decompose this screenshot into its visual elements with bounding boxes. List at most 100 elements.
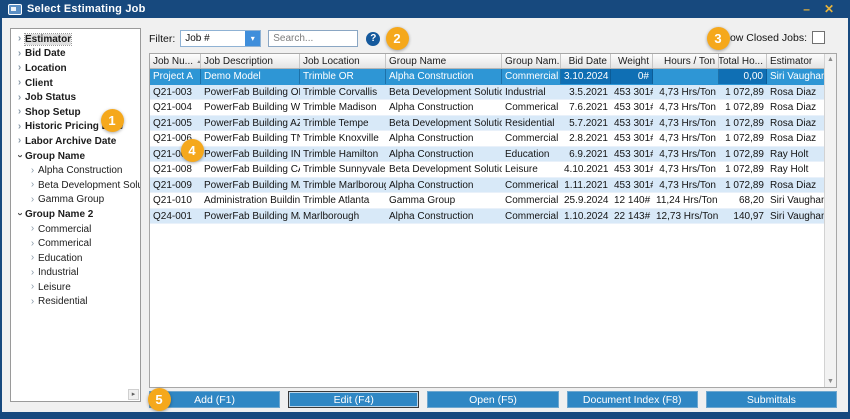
chevron-collapsed-icon[interactable]: › bbox=[27, 253, 38, 263]
table-cell: Siri Vaughan bbox=[767, 193, 826, 208]
chevron-collapsed-icon[interactable]: › bbox=[27, 297, 38, 307]
chevron-expanded-icon[interactable]: › bbox=[15, 209, 25, 220]
table-cell: Beta Development Solution bbox=[386, 85, 502, 100]
table-row[interactable]: Q21-003PowerFab Building ORTrimble Corva… bbox=[150, 85, 836, 101]
table-cell: 68,20 bbox=[719, 193, 767, 208]
table-cell: Q21-003 bbox=[150, 85, 201, 100]
table-row[interactable]: Q21-008PowerFab Building CATrimble Sunny… bbox=[150, 162, 836, 178]
open-f5--button[interactable]: Open (F5) bbox=[427, 391, 558, 408]
chevron-expanded-icon[interactable]: › bbox=[15, 151, 25, 162]
document-index-f8--button[interactable]: Document Index (F8) bbox=[567, 391, 698, 408]
table-row[interactable]: Q21-006PowerFab Building TNTrimble Knoxv… bbox=[150, 131, 836, 147]
tree-item-industrial[interactable]: ›Industrial bbox=[14, 266, 140, 281]
tree-scroll-right-arrow-icon[interactable]: ▸ bbox=[128, 389, 139, 400]
edit-f4--button[interactable]: Edit (F4) bbox=[288, 391, 419, 408]
chevron-collapsed-icon[interactable]: › bbox=[14, 136, 25, 146]
help-icon[interactable]: ? bbox=[366, 32, 380, 46]
tree-item-beta-development-solu[interactable]: ›Beta Development Solu bbox=[14, 178, 140, 193]
table-cell: 1 072,89 bbox=[719, 147, 767, 162]
table-cell: Industrial bbox=[502, 85, 561, 100]
column-header-weight[interactable]: Weight bbox=[611, 54, 653, 68]
tree-item-client[interactable]: ›Client bbox=[14, 76, 140, 91]
tree-item-job-status[interactable]: ›Job Status bbox=[14, 90, 140, 105]
annotation-badge-5: 5 bbox=[148, 388, 171, 411]
table-row[interactable]: Project ADemo ModelTrimble ORAlpha Const… bbox=[150, 69, 836, 85]
tree-item-group-name[interactable]: ›Group Name bbox=[14, 149, 140, 164]
chevron-collapsed-icon[interactable]: › bbox=[27, 195, 38, 205]
scroll-up-icon[interactable]: ▲ bbox=[825, 56, 836, 63]
tree-item-commerical[interactable]: ›Commerical bbox=[14, 236, 140, 251]
tree-item-label: Client bbox=[25, 78, 53, 89]
chevron-collapsed-icon[interactable]: › bbox=[14, 34, 25, 44]
tree-item-residential[interactable]: ›Residential bbox=[14, 295, 140, 310]
table-cell: Ray Holt bbox=[767, 162, 826, 177]
table-cell: 12 140# bbox=[611, 193, 653, 208]
column-header-estimator[interactable]: Estimator bbox=[767, 54, 826, 68]
column-header-total-ho-[interactable]: Total Ho... bbox=[719, 54, 767, 68]
table-row[interactable]: Q24-001PowerFab Building MAMarlboroughAl… bbox=[150, 209, 836, 225]
tree-item-label: Job Status bbox=[25, 92, 76, 103]
tree-item-label: Shop Setup bbox=[25, 107, 81, 118]
tree-item-label: Education bbox=[38, 253, 82, 264]
annotation-badge-3: 3 bbox=[707, 27, 730, 50]
minimize-button[interactable]: – bbox=[803, 0, 810, 18]
tree-item-commercial[interactable]: ›Commercial bbox=[14, 222, 140, 237]
column-header-group-name[interactable]: Group Name bbox=[386, 54, 502, 68]
annotation-badge-4: 4 bbox=[181, 139, 204, 162]
chevron-collapsed-icon[interactable]: › bbox=[14, 63, 25, 73]
tree-item-label: Group Name bbox=[25, 151, 85, 162]
tree-item-leisure[interactable]: ›Leisure bbox=[14, 280, 140, 295]
chevron-collapsed-icon[interactable]: › bbox=[27, 180, 38, 190]
column-header-job-description[interactable]: Job Description bbox=[201, 54, 300, 68]
filter-field-dropdown[interactable]: Job # ▾ bbox=[180, 30, 261, 47]
table-cell: 4,73 Hrs/Ton bbox=[653, 85, 719, 100]
chevron-collapsed-icon[interactable]: › bbox=[14, 49, 25, 59]
table-row[interactable]: Q21-004PowerFab Building WITrimble Madis… bbox=[150, 100, 836, 116]
chevron-collapsed-icon[interactable]: › bbox=[27, 166, 38, 176]
scroll-down-icon[interactable]: ▼ bbox=[825, 378, 836, 385]
chevron-collapsed-icon[interactable]: › bbox=[14, 93, 25, 103]
column-header-label: Job Location bbox=[303, 56, 360, 67]
table-row[interactable]: Q21-009PowerFab Building MATrimble Marlb… bbox=[150, 178, 836, 194]
chevron-collapsed-icon[interactable]: › bbox=[27, 282, 38, 292]
table-cell: Q21-009 bbox=[150, 178, 201, 193]
chevron-collapsed-icon[interactable]: › bbox=[27, 239, 38, 249]
tree-item-bid-date[interactable]: ›Bid Date bbox=[14, 47, 140, 62]
chevron-collapsed-icon[interactable]: › bbox=[14, 122, 25, 132]
chevron-collapsed-icon[interactable]: › bbox=[14, 107, 25, 117]
filter-field-value: Job # bbox=[181, 33, 245, 44]
tree-item-label: Commercial bbox=[38, 224, 91, 235]
tree-item-gamma-group[interactable]: ›Gamma Group bbox=[14, 193, 140, 208]
column-header-bid-date[interactable]: Bid Date bbox=[561, 54, 611, 68]
tree-item-labor-archive-date[interactable]: ›Labor Archive Date bbox=[14, 134, 140, 149]
table-cell: 453 301# bbox=[611, 85, 653, 100]
tree-item-group-name-2[interactable]: ›Group Name 2 bbox=[14, 207, 140, 222]
table-cell: 140,97 bbox=[719, 209, 767, 224]
chevron-collapsed-icon[interactable]: › bbox=[27, 224, 38, 234]
close-button[interactable]: ✕ bbox=[824, 0, 834, 18]
column-header-label: Weight bbox=[618, 56, 649, 67]
chevron-collapsed-icon[interactable]: › bbox=[14, 78, 25, 88]
table-cell: Rosa Diaz bbox=[767, 85, 826, 100]
tree-item-location[interactable]: ›Location bbox=[14, 61, 140, 76]
table-cell: Trimble Knoxville bbox=[300, 131, 386, 146]
chevron-collapsed-icon[interactable]: › bbox=[27, 268, 38, 278]
column-header-group-nam-[interactable]: Group Nam... bbox=[502, 54, 561, 68]
annotation-badge-2: 2 bbox=[386, 27, 409, 50]
table-row[interactable]: Q21-007PowerFab Building INTrimble Hamil… bbox=[150, 147, 836, 163]
submittals-button[interactable]: Submittals bbox=[706, 391, 837, 408]
table-row[interactable]: Q21-010Administration BuildingTrimble At… bbox=[150, 193, 836, 209]
tree-item-education[interactable]: ›Education bbox=[14, 251, 140, 266]
tree-item-label: Residential bbox=[38, 296, 87, 307]
column-header-hours-ton[interactable]: Hours / Ton bbox=[653, 54, 719, 68]
show-closed-jobs-checkbox[interactable] bbox=[812, 31, 825, 44]
tree-item-alpha-construction[interactable]: ›Alpha Construction bbox=[14, 163, 140, 178]
table-row[interactable]: Q21-005PowerFab Building AZTrimble Tempe… bbox=[150, 116, 836, 132]
search-input[interactable] bbox=[268, 30, 358, 47]
table-vertical-scrollbar[interactable]: ▲ ▼ bbox=[824, 54, 836, 387]
column-header-job-location[interactable]: Job Location bbox=[300, 54, 386, 68]
table-cell: 4,73 Hrs/Ton bbox=[653, 100, 719, 115]
tree-item-estimator[interactable]: ›Estimator bbox=[14, 32, 140, 47]
chevron-down-icon[interactable]: ▾ bbox=[245, 31, 260, 46]
column-header-job-nu-[interactable]: Job Nu...▲ bbox=[150, 54, 201, 68]
